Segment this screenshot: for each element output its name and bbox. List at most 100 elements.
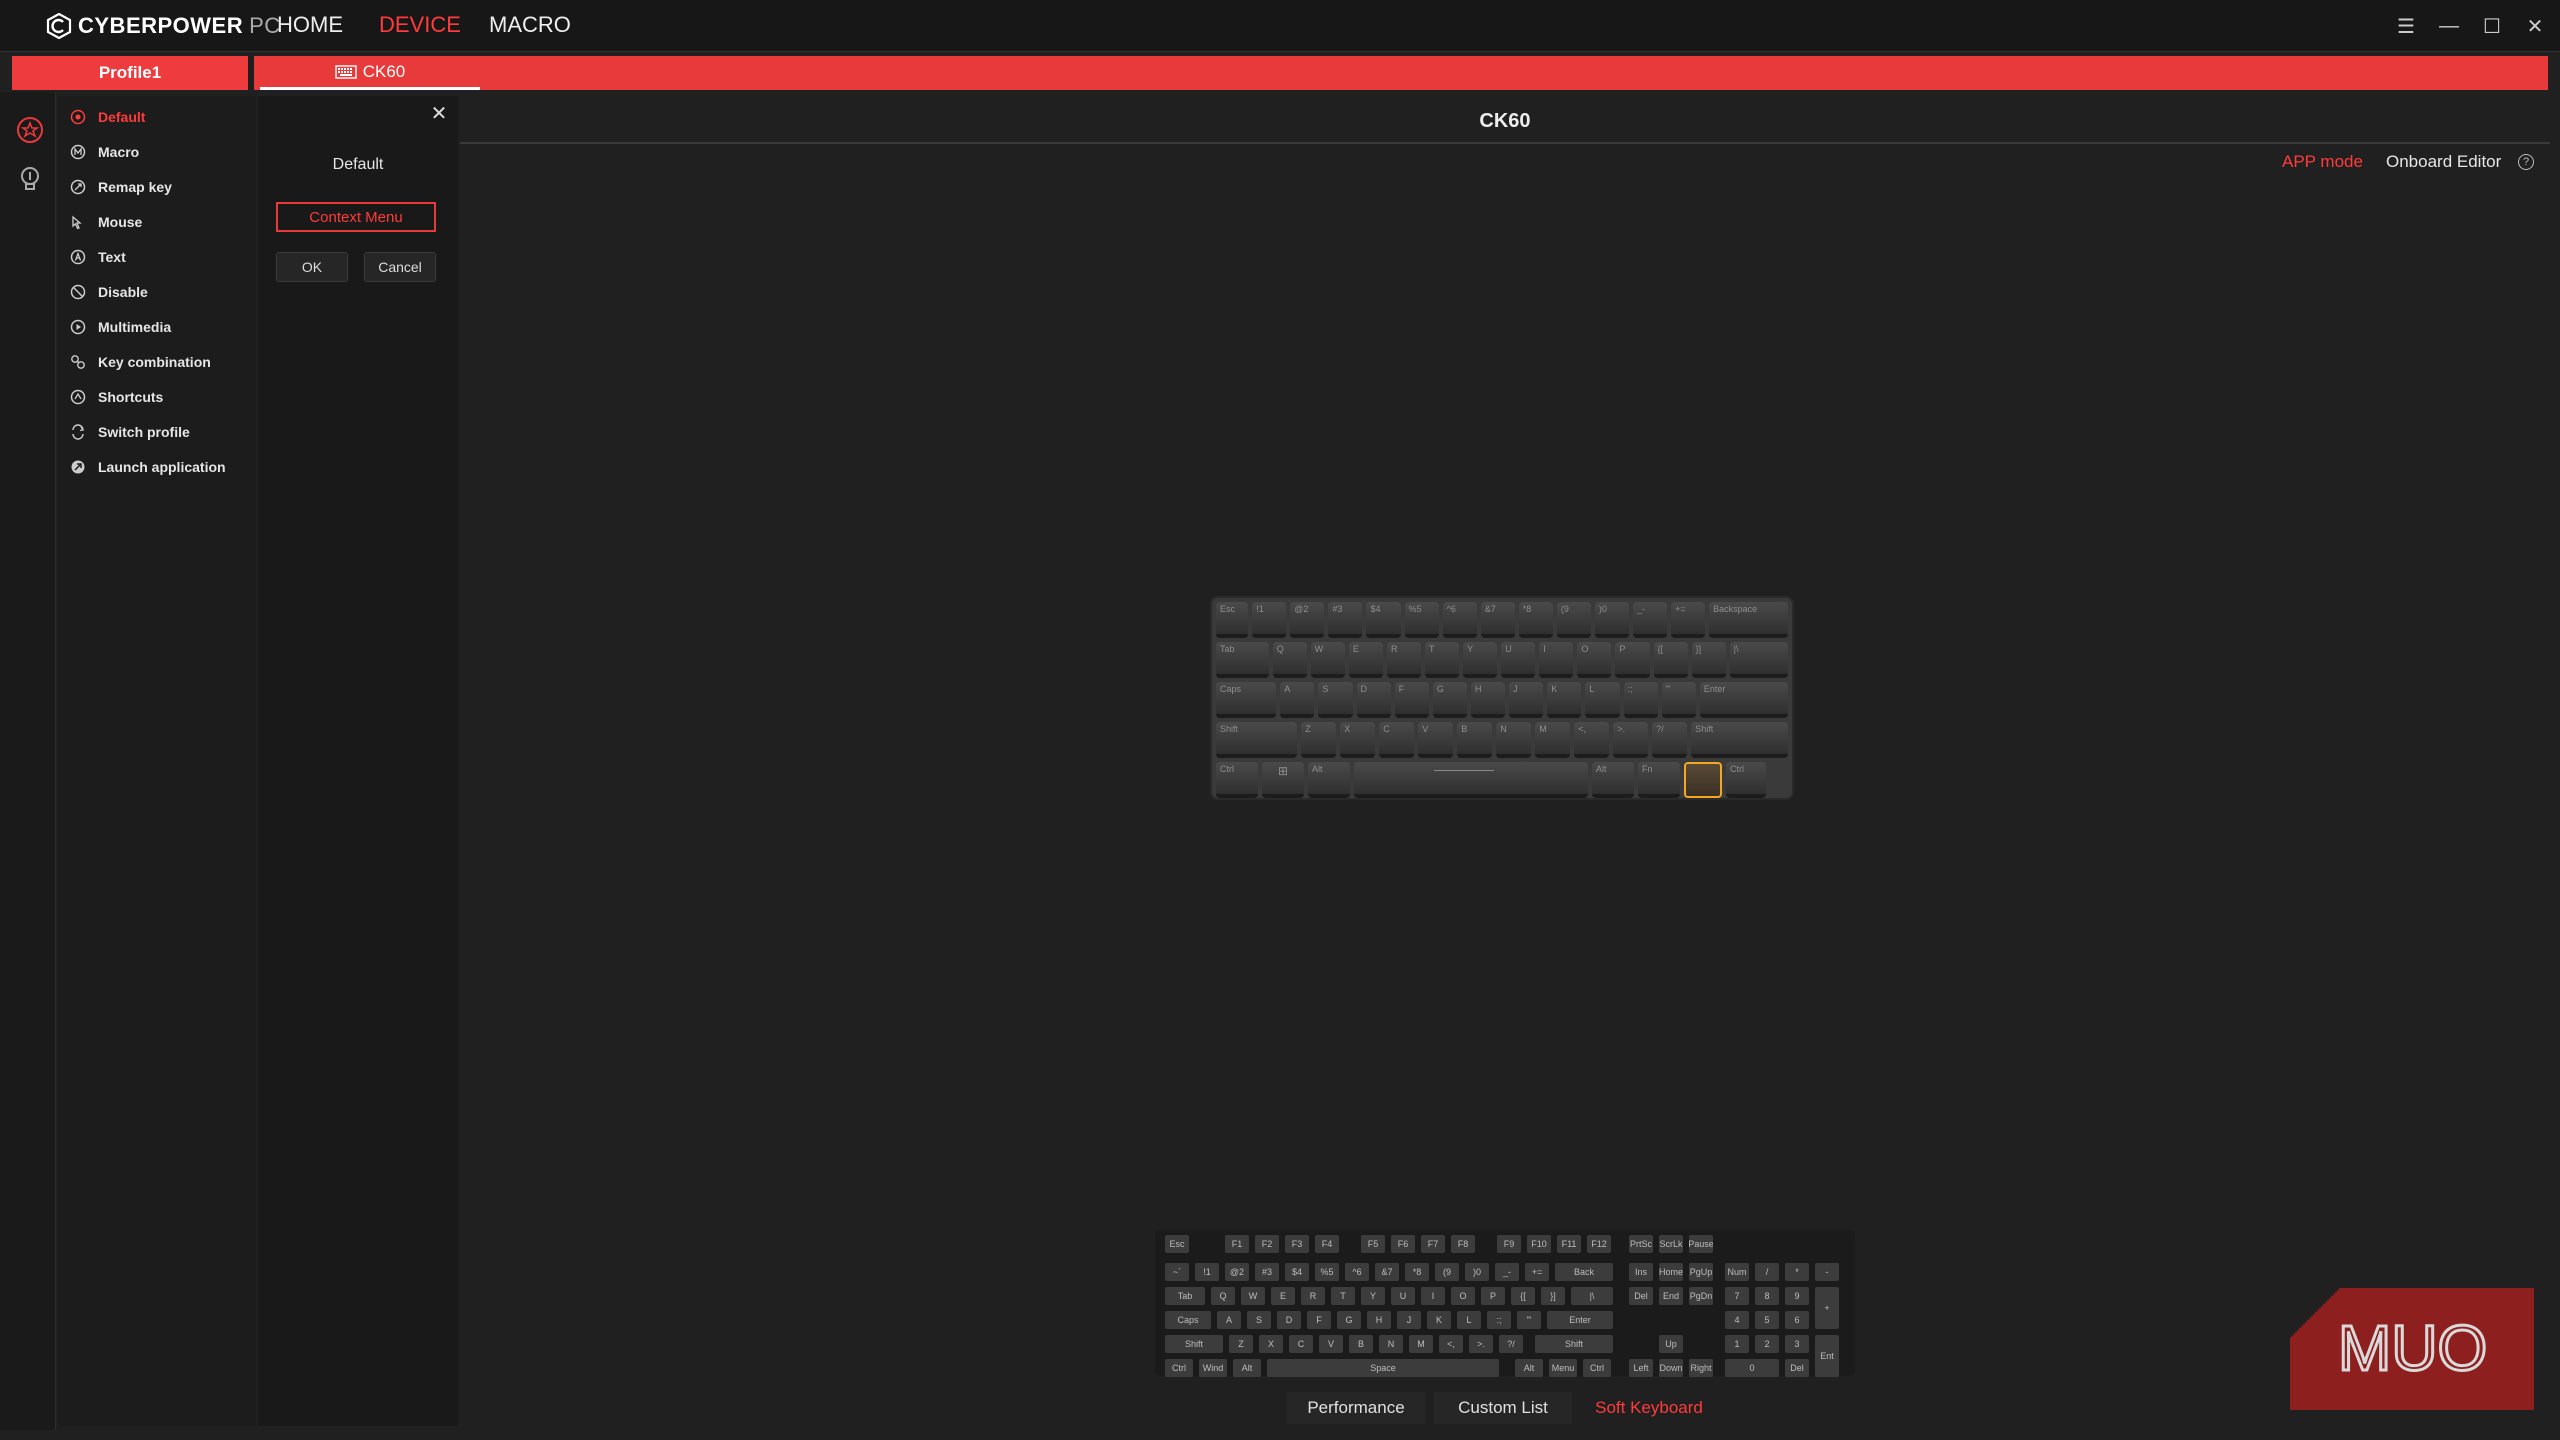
key-enter[interactable]: Enter [1699,682,1789,718]
soft-key[interactable]: ^6 [1345,1263,1369,1281]
soft-key[interactable]: F4 [1315,1235,1339,1253]
key[interactable]: J [1509,682,1544,718]
function-mouse[interactable]: Mouse [70,207,256,237]
tab-custom-list[interactable]: Custom List [1434,1392,1572,1424]
soft-key[interactable]: Ctrl [1583,1359,1611,1377]
key[interactable]: E [1348,642,1383,678]
soft-key[interactable]: ScrLk [1659,1235,1683,1253]
soft-key[interactable]: F2 [1255,1235,1279,1253]
soft-key[interactable]: Pause [1689,1235,1713,1253]
soft-key[interactable]: F11 [1557,1235,1581,1253]
key[interactable]: !1 [1252,602,1287,638]
soft-key[interactable]: Wind [1199,1359,1227,1377]
key[interactable]: B [1457,722,1493,758]
key[interactable]: ?/ [1652,722,1688,758]
key-tab[interactable]: Tab [1216,642,1269,678]
key-ctrl[interactable]: Ctrl [1216,762,1258,798]
tab-soft-keyboard[interactable]: Soft Keyboard [1580,1392,1718,1424]
soft-key[interactable]: F3 [1285,1235,1309,1253]
soft-key[interactable]: ~` [1165,1263,1189,1281]
soft-key[interactable]: Ins [1629,1263,1653,1281]
key[interactable]: *8 [1518,602,1553,638]
soft-key[interactable]: V [1319,1335,1343,1353]
soft-key[interactable]: Ctrl [1165,1359,1193,1377]
soft-key[interactable]: / [1755,1263,1779,1281]
function-default[interactable]: Default [70,102,256,132]
soft-key[interactable]: 5 [1755,1311,1779,1329]
key[interactable]: &7 [1480,602,1515,638]
soft-key[interactable]: F9 [1497,1235,1521,1253]
key[interactable]: U [1501,642,1536,678]
soft-key[interactable]: Tab [1165,1287,1205,1305]
soft-key[interactable]: Caps [1165,1311,1211,1329]
soft-key[interactable]: Num [1725,1263,1749,1281]
key[interactable]: M [1535,722,1571,758]
key[interactable]: L [1585,682,1620,718]
soft-key[interactable]: B [1349,1335,1373,1353]
key-ctrl[interactable]: Ctrl [1726,762,1766,798]
soft-key[interactable]: Right [1689,1359,1713,1377]
key[interactable]: N [1496,722,1532,758]
key[interactable]: #3 [1328,602,1363,638]
key[interactable]: Y [1463,642,1498,678]
soft-key[interactable]: + [1815,1287,1839,1329]
soft-key[interactable]: R [1301,1287,1325,1305]
soft-key[interactable]: Left [1629,1359,1653,1377]
soft-key[interactable]: PgUp [1689,1263,1713,1281]
key[interactable]: "' [1661,682,1696,718]
soft-key[interactable]: PgDn [1689,1287,1713,1305]
soft-key[interactable]: Del [1629,1287,1653,1305]
soft-key[interactable]: Menu [1549,1359,1577,1377]
soft-key[interactable]: 7 [1725,1287,1749,1305]
maximize-icon[interactable]: ☐ [2478,12,2506,40]
soft-key[interactable]: 2 [1755,1335,1779,1353]
soft-key[interactable]: - [1815,1263,1839,1281]
soft-key[interactable]: Esc [1165,1235,1189,1253]
key[interactable]: H [1470,682,1506,718]
key[interactable]: W [1310,642,1345,678]
soft-key[interactable]: Home [1659,1263,1683,1281]
device-tab[interactable]: CK60 [260,56,480,90]
soft-key[interactable]: Z [1229,1335,1253,1353]
key[interactable]: :; [1623,682,1658,718]
function-launch-application[interactable]: Launch application [70,452,256,482]
soft-key[interactable]: F7 [1421,1235,1445,1253]
soft-key[interactable]: Shift [1165,1335,1223,1353]
soft-key[interactable]: Y [1361,1287,1385,1305]
soft-key[interactable]: F1 [1225,1235,1249,1253]
key[interactable]: <, [1574,722,1610,758]
soft-key[interactable]: *8 [1405,1263,1429,1281]
soft-key[interactable]: !1 [1195,1263,1219,1281]
soft-key[interactable]: |\ [1571,1287,1613,1305]
soft-key[interactable]: U [1391,1287,1415,1305]
key[interactable]: V [1418,722,1454,758]
key[interactable]: Z [1301,722,1337,758]
key[interactable]: F [1394,682,1429,718]
soft-key[interactable]: $4 [1285,1263,1309,1281]
soft-key[interactable]: 9 [1785,1287,1809,1305]
function-shortcuts[interactable]: Shortcuts [70,382,256,412]
key-menu-selected[interactable] [1684,762,1722,798]
function-key-combination[interactable]: Key combination [70,347,256,377]
soft-key[interactable]: Up [1659,1335,1683,1353]
soft-key[interactable]: F6 [1391,1235,1415,1253]
key-right-shift[interactable]: Shift [1691,722,1788,758]
key-backspace[interactable]: Backspace [1709,602,1788,638]
menu-icon[interactable]: ☰ [2392,12,2420,40]
soft-key[interactable]: >. [1469,1335,1493,1353]
key[interactable]: |\ [1729,642,1788,678]
key[interactable]: _- [1633,602,1668,638]
soft-key[interactable]: 1 [1725,1335,1749,1353]
key-windows[interactable]: ⊞ [1262,762,1304,798]
nav-home[interactable]: HOME [277,12,343,38]
function-multimedia[interactable]: Multimedia [70,312,256,342]
key[interactable]: O [1577,642,1612,678]
key[interactable]: G [1432,682,1467,718]
profile-tab[interactable]: Profile1 [12,56,254,90]
soft-key[interactable]: ?/ [1499,1335,1523,1353]
key[interactable]: ^6 [1442,602,1477,638]
soft-key[interactable]: C [1289,1335,1313,1353]
soft-key[interactable]: Del [1785,1359,1809,1377]
soft-key[interactable]: _- [1495,1263,1519,1281]
key-alt[interactable]: Alt [1308,762,1350,798]
